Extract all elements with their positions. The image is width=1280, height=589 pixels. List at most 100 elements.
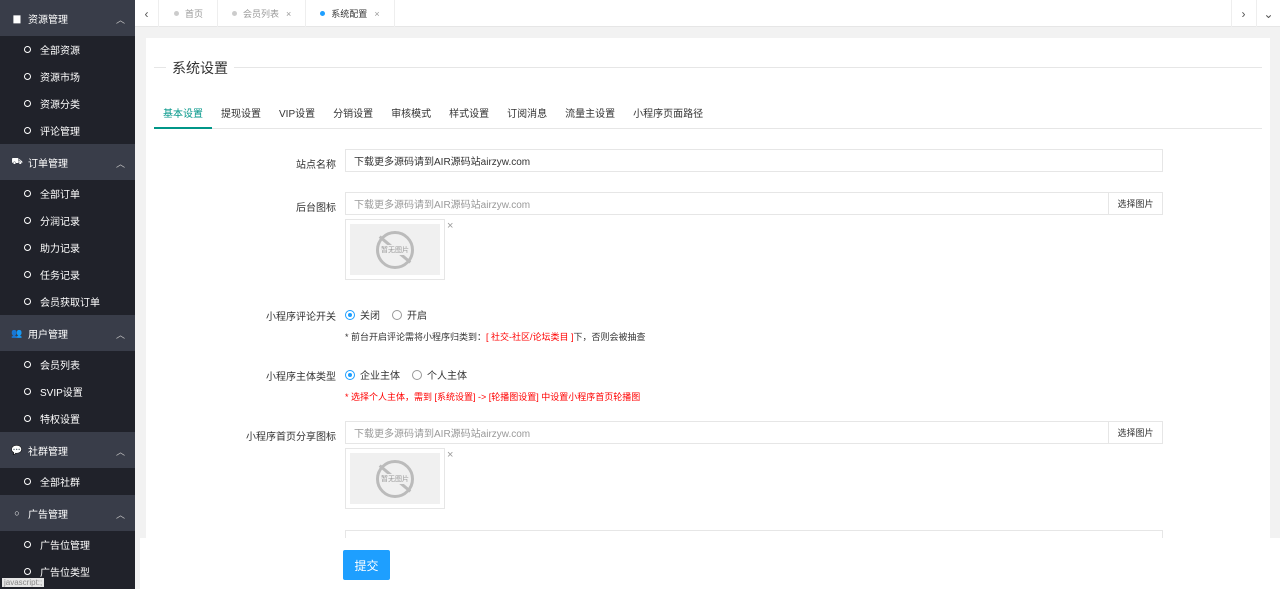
chevron-up-icon: ︿ xyxy=(115,510,125,520)
sidebar-group-users[interactable]: 👥 用户管理 ︿ xyxy=(0,315,135,351)
sidebar-group-resources[interactable]: ▆ 资源管理 ︿ xyxy=(0,0,135,36)
sidebar-group-community[interactable]: 💬 社群管理 ︿ xyxy=(0,432,135,468)
chevron-right-icon[interactable]: › xyxy=(1231,0,1255,27)
sidebar-group-ads[interactable]: ○ 广告管理 ︿ xyxy=(0,495,135,531)
tab-label: 会员列表 xyxy=(243,9,280,19)
users-icon: 👥 xyxy=(11,327,23,338)
status-link-tip: javascript:; xyxy=(2,578,45,587)
radio-label: 企业主体 xyxy=(360,371,400,382)
sidebar-item-label: SVIP设置 xyxy=(40,388,83,399)
comment-switch-help: * 前台开启评论需将小程序归类到：[ 社交-社区/论坛类目 ]下，否则会被抽查 xyxy=(345,330,646,343)
subject-type-group: 企业主体 个人主体 xyxy=(345,367,479,382)
comment-switch-group: 关闭 开启 xyxy=(345,307,439,322)
sidebar-item-boost-records[interactable]: 助力记录 xyxy=(0,234,135,261)
admin-icon-preview: 暂无图片 xyxy=(345,219,445,280)
sidebar-group-label: 社群管理 xyxy=(28,446,68,458)
tab-withdraw-settings[interactable]: 提现设置 xyxy=(212,103,270,129)
no-image-text: 暂无图片 xyxy=(380,473,410,484)
divider xyxy=(154,67,1262,68)
sidebar-item-label: 资源市场 xyxy=(40,73,80,84)
sidebar-item-label: 特权设置 xyxy=(40,415,80,426)
sidebar-item-ad-slots[interactable]: 广告位管理 xyxy=(0,531,135,558)
sidebar-group-label: 订单管理 xyxy=(28,158,68,170)
tab-basic-settings[interactable]: 基本设置 xyxy=(154,103,212,129)
radio-comment-on[interactable] xyxy=(392,309,402,320)
tab-member-list[interactable]: 会员列表 × xyxy=(218,0,307,27)
circle-icon xyxy=(24,541,31,548)
sidebar-item-comments[interactable]: 评论管理 xyxy=(0,117,135,144)
radio-label: 个人主体 xyxy=(427,371,467,382)
sidebar-group-label: 资源管理 xyxy=(28,14,68,26)
submit-button[interactable]: 提交 xyxy=(343,550,390,580)
radio-comment-off[interactable] xyxy=(345,309,355,320)
tab-review-mode[interactable]: 审核模式 xyxy=(382,103,440,129)
share-icon-input[interactable]: 下载更多源码请到AIR源码站airzyw.com xyxy=(345,421,1109,444)
site-name-label: 站点名称 xyxy=(296,160,336,171)
radio-personal[interactable] xyxy=(412,369,422,380)
circle-icon xyxy=(24,73,31,80)
tab-dot xyxy=(320,11,326,16)
sidebar-item-resource-category[interactable]: 资源分类 xyxy=(0,90,135,117)
circle-icon xyxy=(24,190,31,197)
circle-icon xyxy=(24,100,31,107)
share-icon-label: 小程序首页分享图标 xyxy=(246,432,336,443)
circle-icon xyxy=(24,217,31,224)
no-image-text: 暂无图片 xyxy=(380,244,410,255)
sidebar-item-label: 广告位类型 xyxy=(40,568,90,579)
close-icon[interactable]: × xyxy=(447,449,453,461)
admin-icon-label: 后台图标 xyxy=(296,203,336,214)
sidebar-item-profit-records[interactable]: 分润记录 xyxy=(0,207,135,234)
tab-home[interactable]: 首页 xyxy=(160,0,219,27)
tab-traffic-settings[interactable]: 流量主设置 xyxy=(556,103,624,129)
help-text: * 前台开启评论需将小程序归类到： xyxy=(345,332,487,342)
share-icon-select-button[interactable]: 选择图片 xyxy=(1108,421,1163,444)
radio-label: 关闭 xyxy=(360,311,380,322)
sidebar-item-svip-settings[interactable]: SVIP设置 xyxy=(0,378,135,405)
admin-icon-input[interactable]: 下载更多源码请到AIR源码站airzyw.com xyxy=(345,192,1109,215)
sidebar-item-task-records[interactable]: 任务记录 xyxy=(0,261,135,288)
chevron-up-icon: ︿ xyxy=(115,15,125,25)
tab-distribution-settings[interactable]: 分销设置 xyxy=(324,103,382,129)
circle-icon xyxy=(24,298,31,305)
sidebar-item-all-orders[interactable]: 全部订单 xyxy=(0,180,135,207)
tab-subscribe-messages[interactable]: 订阅消息 xyxy=(498,103,556,129)
tab-vip-settings[interactable]: VIP设置 xyxy=(270,103,324,129)
sidebar-item-all-communities[interactable]: 全部社群 xyxy=(0,468,135,495)
subject-type-help: * 选择个人主体，需到 [系统设置] -> [轮播图设置] 中设置小程序首页轮播… xyxy=(345,392,641,402)
tab-system-config[interactable]: 系统配置 × xyxy=(306,0,395,27)
sidebar-group-label: 用户管理 xyxy=(28,329,68,341)
comment-switch-label: 小程序评论开关 xyxy=(266,312,336,323)
sidebar-item-privilege-settings[interactable]: 特权设置 xyxy=(0,405,135,432)
close-icon[interactable]: × xyxy=(447,220,453,232)
radio-enterprise[interactable] xyxy=(345,369,355,380)
sidebar-item-member-orders[interactable]: 会员获取订单 xyxy=(0,288,135,315)
circle-icon: ○ xyxy=(14,508,20,518)
close-icon[interactable]: × xyxy=(286,9,291,19)
close-icon[interactable]: × xyxy=(374,9,379,19)
help-highlight: [ 社交-社区/论坛类目 ] xyxy=(486,332,574,342)
sidebar: ▆ 资源管理 ︿ 全部资源 资源市场 资源分类 评论管理 ⛟ 订单管理 ︿ 全部… xyxy=(0,0,135,589)
chevron-up-icon: ︿ xyxy=(115,159,125,169)
circle-icon xyxy=(24,478,31,485)
circle-icon xyxy=(24,271,31,278)
chevron-left-icon[interactable]: ‹ xyxy=(135,0,159,27)
no-image-icon: 暂无图片 xyxy=(376,459,414,498)
circle-icon xyxy=(24,388,31,395)
sidebar-item-label: 会员获取订单 xyxy=(40,298,100,309)
circle-icon xyxy=(24,568,31,575)
sidebar-group-orders[interactable]: ⛟ 订单管理 ︿ xyxy=(0,144,135,180)
sidebar-item-member-list[interactable]: 会员列表 xyxy=(0,351,135,378)
sidebar-item-all-resources[interactable]: 全部资源 xyxy=(0,36,135,63)
sidebar-item-label: 资源分类 xyxy=(40,100,80,111)
tab-label: 首页 xyxy=(185,9,204,19)
chevron-down-icon[interactable]: ⌄ xyxy=(1256,0,1280,27)
tab-miniprogram-paths[interactable]: 小程序页面路径 xyxy=(624,103,712,129)
page-tabbar: ‹ 首页 会员列表 × 系统配置 × › ⌄ xyxy=(135,0,1280,27)
circle-icon xyxy=(24,361,31,368)
admin-icon-select-button[interactable]: 选择图片 xyxy=(1108,192,1163,215)
tab-dot xyxy=(232,11,238,16)
sidebar-item-resource-market[interactable]: 资源市场 xyxy=(0,63,135,90)
site-name-input[interactable]: 下载更多源码请到AIR源码站airzyw.com xyxy=(345,149,1163,172)
sidebar-item-label: 全部资源 xyxy=(40,46,80,57)
tab-style-settings[interactable]: 样式设置 xyxy=(440,103,498,129)
